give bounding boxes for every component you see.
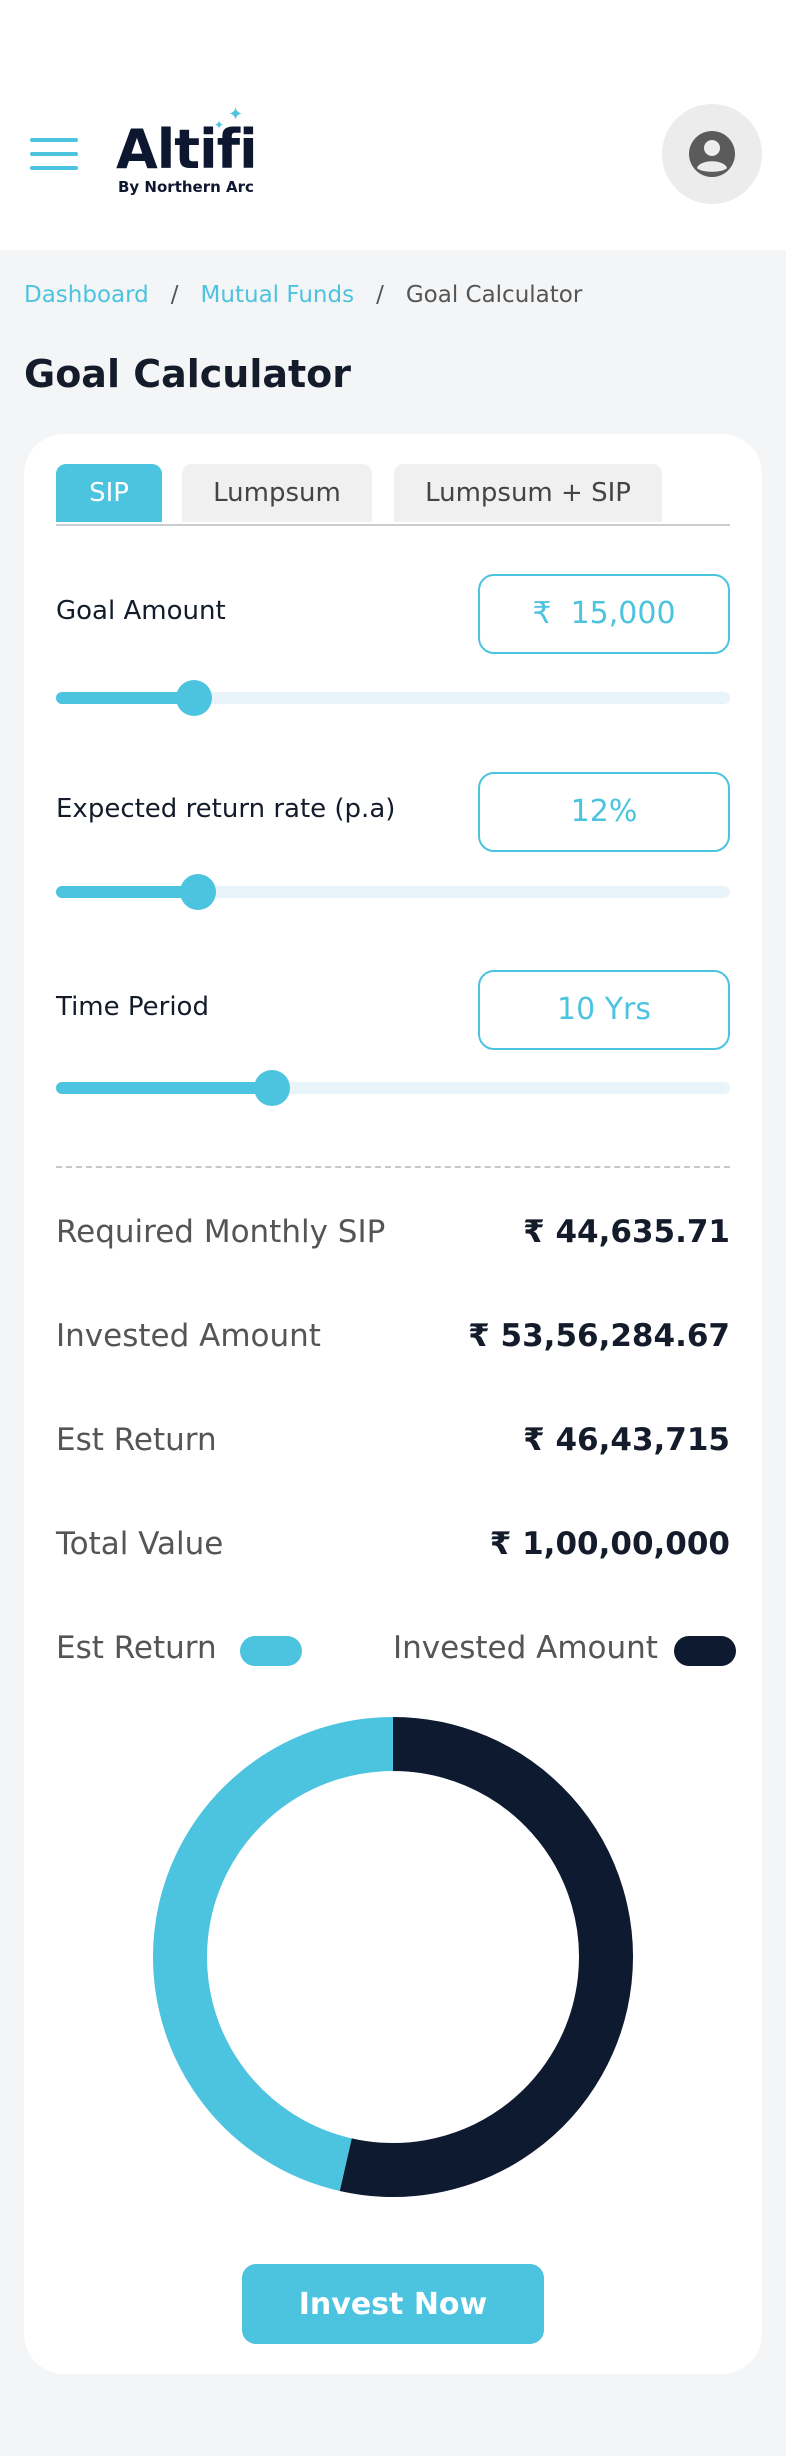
legend-invested-swatch: [674, 1636, 736, 1666]
user-avatar-button[interactable]: [662, 104, 762, 204]
legend-est-return-label: Est Return: [56, 1630, 217, 1666]
legend-invested-label: Invested Amount: [393, 1630, 658, 1666]
goal-amount-label: Goal Amount: [56, 596, 226, 626]
logo-wordmark: Altifi: [116, 118, 258, 181]
goal-amount-input[interactable]: ₹ 15,000: [478, 574, 730, 654]
calculator-card: SIP Lumpsum Lumpsum + SIP Goal Amount ₹ …: [24, 434, 762, 2374]
return-rate-input[interactable]: 12%: [478, 772, 730, 852]
slider-thumb[interactable]: [176, 680, 213, 716]
tab-lumpsum-sip[interactable]: Lumpsum + SIP: [394, 464, 662, 522]
donut-slice-est-return: [153, 1717, 394, 2192]
total-value-value: ₹ 1,00,00,000: [489, 1526, 730, 1562]
slider-fill: [56, 1082, 272, 1094]
breadcrumb-current: Goal Calculator: [405, 282, 583, 308]
altifi-logo[interactable]: Altifi By Northern Arc ✦ ✦: [116, 106, 266, 200]
slider-fill: [56, 692, 195, 704]
breadcrumb-mutual-funds[interactable]: Mutual Funds: [201, 282, 355, 308]
legend-est-return-swatch: [240, 1636, 302, 1666]
breadcrumb-dashboard[interactable]: Dashboard: [24, 282, 149, 308]
section-divider: [56, 1166, 730, 1168]
required-monthly-sip-value: ₹ 44,635.71: [523, 1214, 730, 1250]
time-period-slider[interactable]: [56, 1070, 730, 1106]
time-period-label: Time Period: [56, 992, 209, 1022]
return-rate-label: Expected return rate (p.a): [56, 794, 396, 824]
sparkle-icon: ✦: [214, 118, 225, 132]
breadcrumb-separator: /: [376, 282, 384, 308]
hamburger-menu-icon[interactable]: [30, 138, 80, 172]
goal-amount-slider[interactable]: [56, 680, 730, 716]
breadcrumb: Dashboard / Mutual Funds / Goal Calculator: [24, 282, 582, 308]
total-value-label: Total Value: [56, 1526, 224, 1562]
allocation-donut-chart: [153, 1717, 633, 2197]
user-avatar-icon: [689, 131, 735, 177]
invest-now-button[interactable]: Invest Now: [242, 2264, 544, 2344]
logo-tagline: By Northern Arc: [118, 178, 254, 196]
est-return-value: ₹ 46,43,715: [523, 1422, 730, 1458]
app-header: Altifi By Northern Arc ✦ ✦: [0, 0, 786, 250]
time-period-input[interactable]: 10 Yrs: [478, 970, 730, 1050]
donut-slice-invested-amount: [339, 1717, 633, 2197]
tab-lumpsum[interactable]: Lumpsum: [182, 464, 372, 522]
tab-sip[interactable]: SIP: [56, 464, 162, 522]
invested-amount-value: ₹ 53,56,284.67: [468, 1318, 730, 1354]
slider-fill: [56, 886, 198, 898]
breadcrumb-separator: /: [170, 282, 179, 308]
page-title: Goal Calculator: [24, 352, 352, 396]
required-monthly-sip-label: Required Monthly SIP: [56, 1214, 386, 1250]
sparkle-icon: ✦: [228, 104, 244, 125]
return-rate-slider[interactable]: [56, 874, 730, 910]
calculator-tabs: SIP Lumpsum Lumpsum + SIP: [56, 464, 730, 526]
invested-amount-label: Invested Amount: [56, 1318, 321, 1354]
slider-thumb[interactable]: [253, 1070, 290, 1106]
slider-thumb[interactable]: [179, 874, 216, 910]
est-return-label: Est Return: [56, 1422, 217, 1458]
